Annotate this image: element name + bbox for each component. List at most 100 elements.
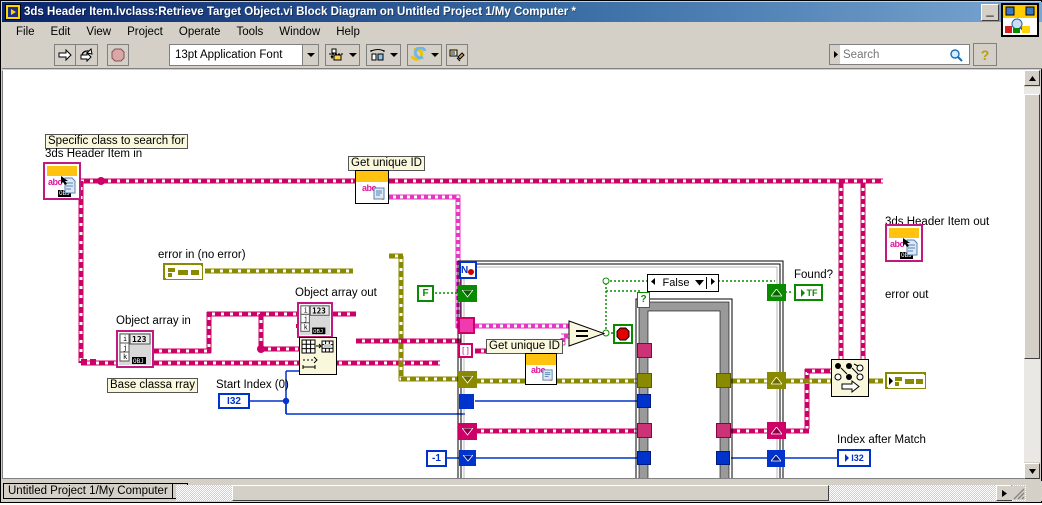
- case-tunnel-error-right[interactable]: [716, 373, 731, 388]
- indicator-index-after-match[interactable]: I32: [837, 449, 871, 467]
- abort-execution-button[interactable]: [107, 43, 129, 66]
- minimize-button[interactable]: _: [981, 1, 999, 21]
- font-name-value[interactable]: 13pt Application Font: [169, 43, 302, 66]
- font-dropdown-arrow[interactable]: [302, 43, 319, 66]
- menu-item-window[interactable]: Window: [271, 25, 328, 39]
- loop-tunnel-array-index[interactable]: [ ]: [458, 343, 473, 358]
- control-terminal-object-array-in[interactable]: i j k 123 OBJ: [116, 330, 154, 368]
- align-objects-menu[interactable]: [325, 43, 360, 66]
- distribute-objects-menu[interactable]: [366, 43, 401, 66]
- scroll-up-button[interactable]: [1024, 70, 1040, 86]
- svg-text:123: 123: [132, 335, 147, 344]
- run-controls-group: [54, 43, 129, 66]
- vscroll-thumb[interactable]: [1024, 94, 1040, 359]
- control-terminal-error-in[interactable]: [163, 263, 203, 280]
- scroll-right-button[interactable]: [996, 485, 1012, 501]
- palette-button[interactable]: [1001, 3, 1039, 37]
- array-subset-icon: [301, 339, 334, 369]
- project-context-box[interactable]: Untitled Project 1/My Computer: [3, 483, 188, 499]
- context-help-button[interactable]: ?: [973, 43, 997, 66]
- indicator-terminal-object-array-out[interactable]: i j k 123 OBJ: [297, 302, 333, 338]
- search-scope-arrow[interactable]: [830, 45, 840, 64]
- clean-up-diagram-button[interactable]: [446, 43, 468, 66]
- free-label-specific-class[interactable]: Specific class to search for: [45, 134, 188, 149]
- case-tunnel-object2-left[interactable]: [637, 423, 652, 438]
- menu-item-help[interactable]: Help: [328, 25, 368, 39]
- loop-count-terminal[interactable]: N: [459, 261, 477, 279]
- subvi-get-unique-id-inner[interactable]: abc: [525, 353, 557, 385]
- case-selector-terminal[interactable]: ?: [637, 292, 650, 308]
- menu-item-edit[interactable]: Edit: [43, 25, 79, 39]
- horizontal-scrollbar[interactable]: [176, 485, 1026, 501]
- case-name-label: False: [662, 277, 690, 289]
- loop-tunnel-index-out[interactable]: [767, 450, 785, 467]
- label-header-item-in: 3ds Header Item in: [45, 148, 143, 160]
- resize-grip[interactable]: [1011, 486, 1025, 500]
- case-next-arrow[interactable]: [706, 277, 718, 289]
- loop-tunnel-object-in[interactable]: [458, 423, 477, 440]
- menu-item-file[interactable]: File: [8, 25, 43, 39]
- indicator-found[interactable]: TF: [794, 284, 823, 301]
- search-box[interactable]: [829, 44, 970, 65]
- minus-one-constant[interactable]: -1: [426, 450, 447, 467]
- hscroll-thumb[interactable]: [232, 485, 829, 501]
- false-constant[interactable]: F: [417, 285, 434, 302]
- loop-tunnel-error-in[interactable]: [458, 371, 477, 388]
- minimize-icon: _: [986, 1, 994, 17]
- project-context-label: Untitled Project 1/My Computer: [8, 485, 168, 497]
- block-diagram-graphic: [75, 177, 883, 478]
- case-tunnel-object-left[interactable]: [637, 343, 652, 358]
- loop-tunnel-refnum-in[interactable]: [458, 317, 475, 334]
- loop-tunnel-error-out[interactable]: [767, 372, 786, 389]
- menu-item-project[interactable]: Project: [119, 25, 171, 39]
- chevron-down-icon: [349, 52, 357, 57]
- subvi-header-band: [356, 171, 388, 182]
- run-continuously-button[interactable]: [76, 43, 98, 66]
- menu-item-tools[interactable]: Tools: [228, 25, 271, 39]
- reorder-menu[interactable]: [407, 43, 442, 66]
- loop-tunnel-numeric-in[interactable]: [459, 394, 474, 409]
- free-label-get-unique-id-inner[interactable]: Get unique ID: [486, 339, 563, 354]
- menu-item-view[interactable]: View: [78, 25, 119, 39]
- case-tunnel-index-left[interactable]: [637, 451, 651, 465]
- loop-tunnel-boolean-out[interactable]: [767, 284, 786, 301]
- case-tunnel-numeric-left[interactable]: [637, 394, 651, 408]
- case-prev-arrow[interactable]: [648, 277, 659, 289]
- align-dropdown-arrow[interactable]: [347, 45, 359, 65]
- case-selector-header[interactable]: False: [647, 274, 719, 292]
- control-terminal-start-index[interactable]: I32: [218, 393, 250, 409]
- font-selector[interactable]: 13pt Application Font: [169, 43, 319, 66]
- control-terminal-header-item-in[interactable]: abc OBJ: [43, 162, 81, 200]
- free-label-base-class-array[interactable]: Base classa rray: [107, 378, 199, 393]
- labview-vi-icon: [5, 4, 21, 20]
- case-tunnel-error-left[interactable]: [637, 373, 652, 388]
- indicator-terminal-header-item-out[interactable]: abc OBJ: [885, 224, 923, 262]
- search-input[interactable]: [840, 47, 949, 62]
- loop-tunnel-object-out[interactable]: [767, 422, 786, 439]
- vertical-scrollbar[interactable]: [1024, 70, 1040, 479]
- block-diagram-canvas[interactable]: Specific class to search for 3ds Header …: [2, 70, 1026, 479]
- reorder-dropdown-arrow[interactable]: [429, 45, 441, 65]
- label-index-after-match: Index after Match: [837, 434, 926, 446]
- loop-tunnel-boolean-in[interactable]: [458, 285, 477, 302]
- run-button[interactable]: [54, 43, 76, 66]
- case-tunnel-index-right[interactable]: [716, 451, 730, 465]
- distribute-objects-icon: [367, 45, 388, 65]
- false-constant-label: F: [422, 288, 429, 299]
- array-subset-node[interactable]: [299, 337, 337, 375]
- distribute-dropdown-arrow[interactable]: [388, 45, 400, 65]
- label-error-out: error out: [885, 289, 929, 301]
- menu-item-operate[interactable]: Operate: [171, 25, 229, 39]
- case-dropdown-arrow[interactable]: [693, 277, 706, 289]
- equals-comparison-node[interactable]: [568, 320, 606, 347]
- svg-text:i: i: [123, 335, 127, 343]
- scroll-down-button[interactable]: [1024, 463, 1040, 479]
- subvi-get-unique-id-outer[interactable]: abc: [355, 170, 389, 204]
- loop-tunnel-index-in[interactable]: [459, 450, 476, 466]
- indicator-terminal-error-out[interactable]: [885, 372, 926, 389]
- case-tunnel-object2-right[interactable]: [716, 423, 731, 438]
- svg-text:N: N: [461, 265, 468, 276]
- stop-node[interactable]: [613, 324, 633, 344]
- merge-errors-node[interactable]: [831, 359, 869, 397]
- free-label-get-unique-id-outer[interactable]: Get unique ID: [348, 156, 425, 171]
